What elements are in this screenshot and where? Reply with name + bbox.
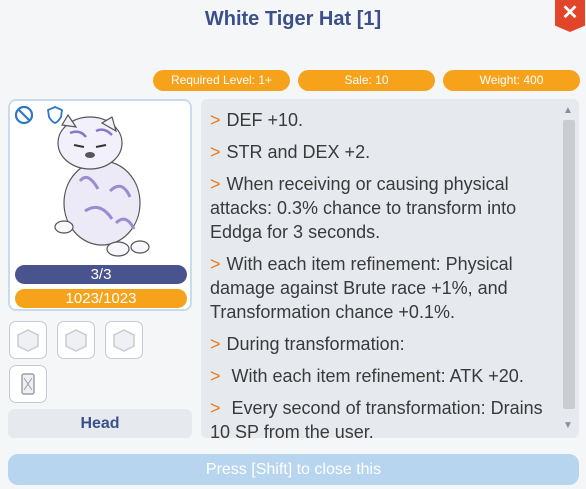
bullet-icon: > xyxy=(210,174,221,194)
required-level-badge: Required Level: 1+ xyxy=(153,70,290,91)
sale-price-badge: Sale: 10 xyxy=(298,70,435,91)
card-slot-2[interactable] xyxy=(57,321,95,359)
description-text: DEF +10. xyxy=(226,110,304,130)
empty-slot-icon xyxy=(113,329,135,352)
scroll-down-icon[interactable]: ▼ xyxy=(561,419,575,433)
bullet-icon: > xyxy=(210,334,221,354)
description-line: > DEF +10. xyxy=(210,108,553,132)
bullet-icon: > xyxy=(210,254,221,274)
description-text: Every second of transformation: Drains 1… xyxy=(210,398,543,438)
item-title: White Tiger Hat [1] xyxy=(204,8,382,30)
close-button[interactable]: ✕ xyxy=(555,0,585,32)
refine-count: 3/3 xyxy=(15,265,187,284)
scroll-thumb[interactable] xyxy=(563,120,575,409)
description-text: With each item refinement: Physical dama… xyxy=(210,254,513,322)
description-line: > STR and DEX +2. xyxy=(210,140,553,164)
description-text: STR and DEX +2. xyxy=(226,142,371,162)
scroll-up-icon[interactable]: ▲ xyxy=(561,104,575,118)
scrollbar[interactable]: ▲ ▼ xyxy=(559,99,577,438)
empty-slot-icon xyxy=(65,329,87,352)
description-text: With each item refinement: ATK +20. xyxy=(226,366,524,386)
white-tiger-hat-image xyxy=(54,113,150,257)
bullet-icon: > xyxy=(210,398,221,418)
empty-slot-icon xyxy=(17,329,39,352)
bullet-icon: > xyxy=(210,110,221,130)
description-line: > With each item refinement: Physical dam… xyxy=(210,252,553,324)
card-slot-4[interactable] xyxy=(9,365,47,403)
item-card: 3/3 1023/1023 xyxy=(8,99,192,311)
description-line: > With each item refinement: ATK +20. xyxy=(210,364,553,388)
description-list: > DEF +10. > STR and DEX +2. > When receiving… xyxy=(201,99,579,438)
description-line: > When receiving or causing physical atta… xyxy=(210,172,553,244)
equip-slot-type: Head xyxy=(8,409,192,438)
description-text: When receiving or causing physical attac… xyxy=(210,174,517,242)
weight-badge: Weight: 400 xyxy=(443,70,580,91)
card-slot-1[interactable] xyxy=(9,321,47,359)
no-trade-icon xyxy=(14,105,34,125)
durability-bar: 1023/1023 xyxy=(15,289,187,308)
description-line: > During transformation: xyxy=(210,332,553,356)
card-slot-3[interactable] xyxy=(105,321,143,359)
description-text: During transformation: xyxy=(226,334,405,354)
card-slot-icon xyxy=(21,373,35,395)
bullet-icon: > xyxy=(210,142,221,162)
bullet-icon: > xyxy=(210,366,221,386)
close-hint-button[interactable]: Press [Shift] to close this xyxy=(8,454,579,485)
item-description[interactable]: > DEF +10. > STR and DEX +2. > When receiving… xyxy=(201,99,579,438)
description-line: > Every second of transformation: Drains… xyxy=(210,396,553,438)
